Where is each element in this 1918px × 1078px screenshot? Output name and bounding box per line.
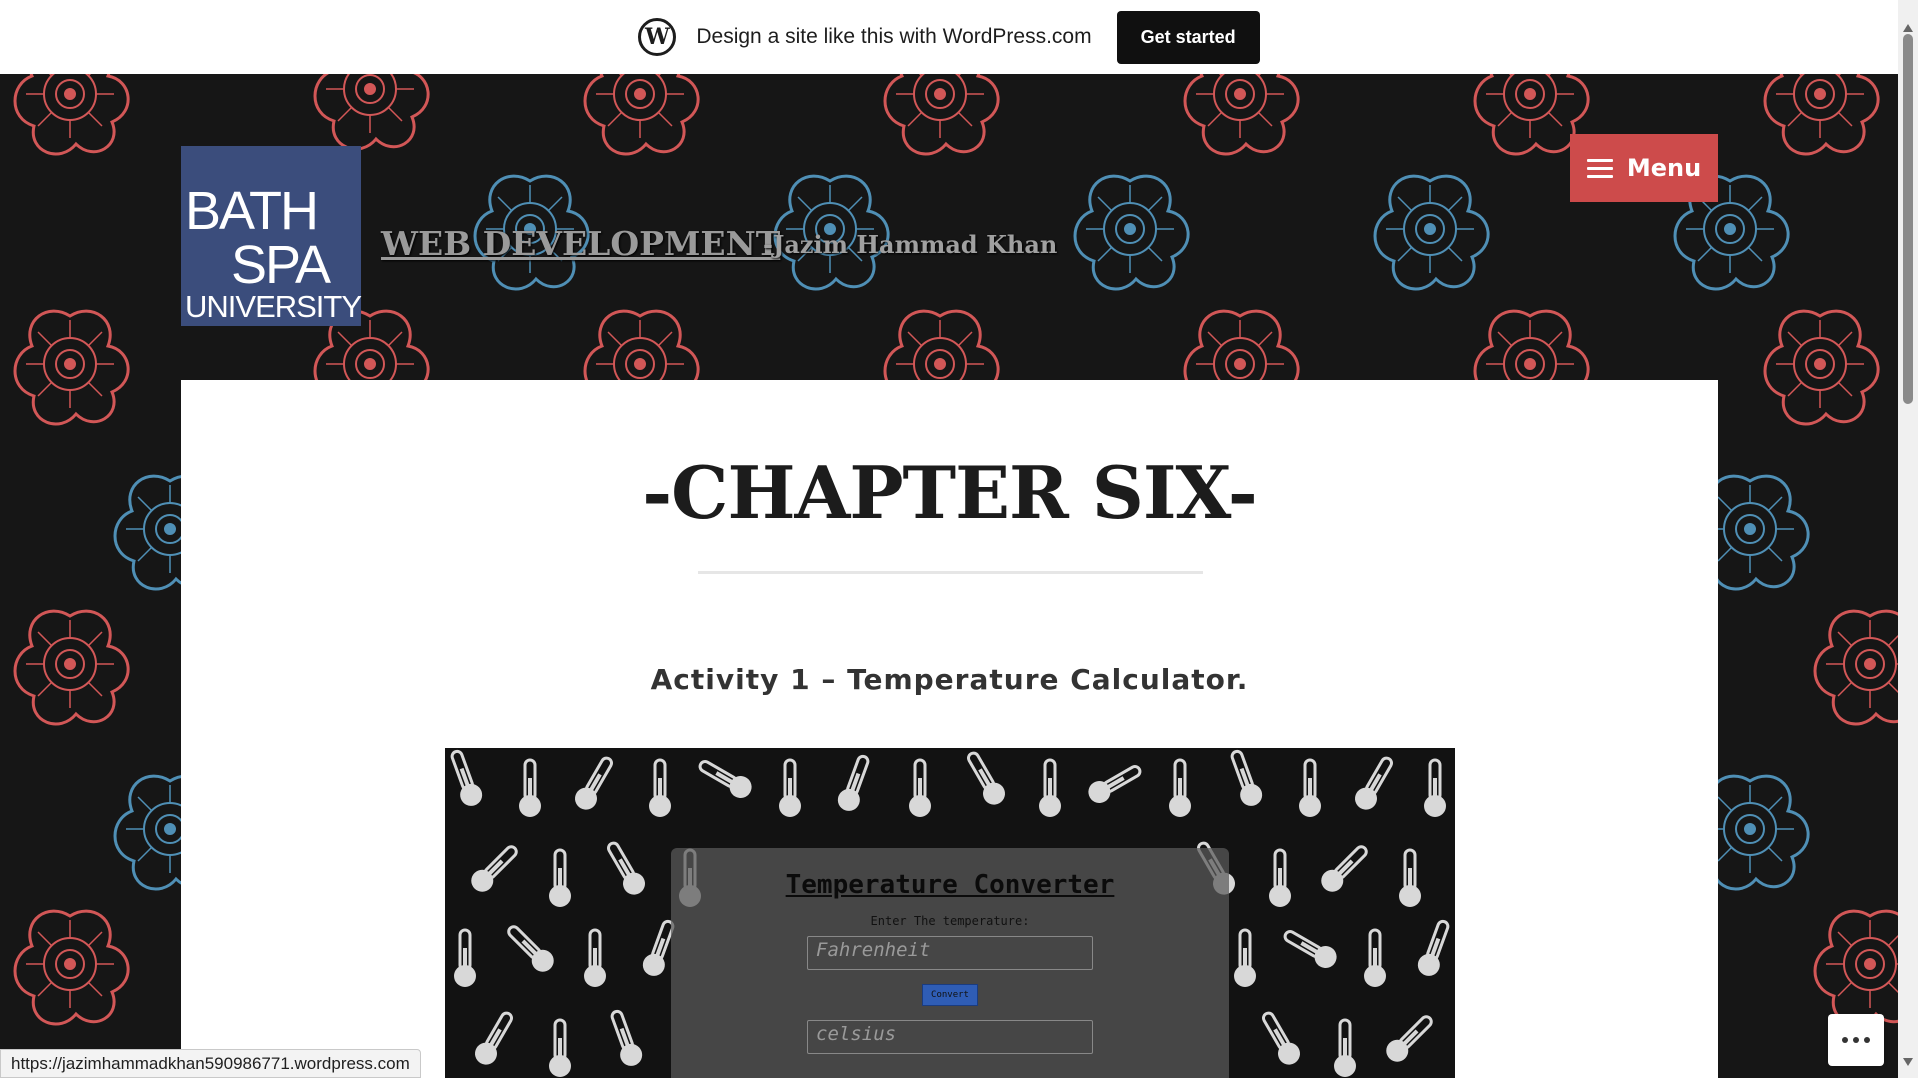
converter-title: Temperature Converter [785,870,1115,900]
wordpress-logo-icon[interactable]: W [638,18,677,56]
hamburger-icon [1586,158,1613,178]
converter-panel: Temperature Converter Enter The temperat… [671,848,1229,1078]
dot-icon [1864,1037,1870,1043]
status-bar-url: https://jazimhammadkhan590986771.wordpre… [0,1049,421,1078]
bath-spa-university-logo[interactable]: BATH SPA UNIVERSITY [181,146,362,326]
scroll-up-arrow-icon[interactable] [1903,24,1913,32]
fahrenheit-input: Fahrenheit [807,936,1093,970]
content-card: -CHAPTER SIX- Activity 1 – Temperature C… [181,380,1718,1078]
menu-button[interactable]: Menu [1570,134,1718,202]
dot-icon [1842,1037,1848,1043]
wordpress-promo-bar: W Design a site like this with WordPress… [0,0,1898,74]
scroll-down-arrow-icon[interactable] [1903,1058,1913,1066]
logo-line-bath: BATH [185,181,319,241]
celsius-input: celsius [807,1020,1093,1054]
page-title: -CHAPTER SIX- [642,450,1257,535]
title-divider [698,571,1203,574]
get-started-button[interactable]: Get started [1116,10,1260,64]
activity-heading: Activity 1 – Temperature Calculator. [650,663,1249,696]
menu-label: Menu [1626,154,1702,182]
site-tagline: -Jazim Hammad Khan [763,230,1058,259]
more-options-button[interactable] [1828,1014,1884,1066]
site-title-link[interactable]: WEB DEVELOPMENT [381,224,780,263]
wp-promo-text: Design a site like this with WordPress.c… [696,25,1092,48]
convert-button: Convert [922,984,978,1006]
dot-icon [1853,1037,1859,1043]
page-scrollbar[interactable] [1898,0,1918,1078]
logo-line-spa: SPA [231,235,331,295]
temperature-converter-screenshot: Temperature Converter Enter The temperat… [445,748,1455,1078]
logo-line-university: UNIVERSITY [185,289,362,324]
temperature-label: Enter The temperature: [870,914,1030,928]
scrollbar-thumb[interactable] [1903,34,1913,404]
